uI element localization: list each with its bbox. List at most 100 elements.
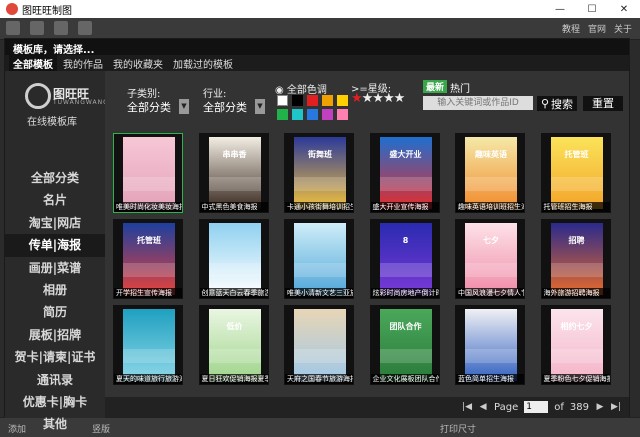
link-about[interactable]: 关于 (614, 22, 632, 35)
template-caption: 企业文化展板团队合作海报 (370, 374, 439, 384)
sidebar-category-item[interactable]: 相册 (5, 279, 105, 301)
sidebar-category-item[interactable]: 其他 (5, 413, 105, 435)
prev-page-button[interactable]: ◀ (478, 402, 488, 412)
template-thumbnail: 团队合作 (379, 309, 432, 381)
sidebar-category-item[interactable]: 传单|海报 (5, 234, 105, 257)
template-thumbnail: 串串香 (208, 137, 261, 209)
template-card[interactable]: 低价夏日狂欢促销海报夏季购 (198, 305, 269, 385)
template-caption: 托管班招生海报 (541, 202, 610, 212)
template-thumbnail: 街舞班 (294, 137, 346, 209)
template-caption: 天府之国春节旅游海报 (285, 374, 354, 384)
template-card[interactable]: 8 炫彩时尚房地产倒计时海报 (369, 219, 440, 299)
color-swatch[interactable] (277, 95, 288, 106)
template-card[interactable]: 七夕中国风浪漫七夕情人节海报 (455, 219, 525, 299)
color-swatch[interactable] (307, 95, 318, 106)
tool-icon[interactable] (6, 21, 20, 35)
brand-logo: 图旺旺 TUWANGWANG 在线模板库 (25, 83, 108, 128)
template-card[interactable]: 趣味英语趣味英语培训班招生海报 (455, 133, 525, 213)
tool-icon[interactable] (78, 21, 92, 35)
thumbnail-headline: 七夕 (483, 236, 499, 245)
reset-button[interactable]: 重置 (583, 96, 623, 111)
last-page-button[interactable]: ▶| (611, 402, 621, 412)
thumbnail-band (465, 177, 517, 191)
chevron-down-icon: ▼ (179, 99, 189, 114)
industry-select[interactable]: 全部分类 ▼ (203, 99, 265, 114)
sidebar-category-item[interactable]: 通讯录 (5, 369, 105, 391)
thumbnail-headline: 招聘 (568, 236, 585, 245)
page-number-input[interactable] (524, 401, 549, 413)
template-thumbnail (208, 223, 261, 295)
search-button-label: 搜索 (551, 97, 574, 111)
sidebar-category-item[interactable]: 优惠卡|胸卡 (5, 391, 105, 413)
tool-icon[interactable] (30, 21, 44, 35)
print-size-label[interactable]: 打印尺寸 (440, 422, 476, 435)
thumbnail-band (550, 263, 603, 277)
color-swatch[interactable] (322, 95, 333, 106)
search-button[interactable]: ⚲ 搜索 (537, 96, 577, 111)
template-card[interactable]: 串串香 中式黑色美食海报 (198, 133, 269, 213)
tab-my-favorites[interactable]: 我的收藏夹 (109, 55, 167, 72)
template-card[interactable]: 夏天的味道旅行旅游海报 (113, 305, 183, 385)
first-page-button[interactable]: |◀ (462, 402, 472, 412)
next-page-button[interactable]: ▶ (595, 402, 605, 412)
chevron-down-icon: ▼ (255, 99, 265, 114)
template-card[interactable]: 创意蓝天白云春季旅游海报 (198, 219, 269, 299)
template-card[interactable]: 托管班 开学招生宣传海报 (113, 219, 183, 299)
template-library-dialog: 模板库，请选择... 全部模板 我的作品 我的收藏夹 加载过的模板 图旺旺 TU… (4, 38, 630, 431)
color-filter-option[interactable]: ◉ 全部色调 (275, 81, 327, 96)
sidebar-category-item[interactable]: 名片 (5, 189, 105, 211)
color-swatch[interactable] (292, 109, 303, 120)
template-card[interactable]: 街舞班卡通小孩街舞培训招生海报 (284, 133, 354, 213)
search-input[interactable] (423, 96, 533, 110)
sidebar-category-item[interactable]: 画册|菜谱 (5, 257, 105, 279)
star-icons: ★★★★ (361, 91, 406, 106)
template-card[interactable]: 招聘 海外旅游招聘海报 (540, 219, 611, 299)
sidebar-category-item[interactable]: 淘宝|网店 (5, 212, 105, 234)
link-tutorial[interactable]: 教程 (562, 22, 580, 35)
template-caption: 夏季粉色七夕促销海报 (541, 374, 611, 384)
template-card[interactable]: 盛大开业 盛大开业宣传海报 (369, 133, 440, 213)
sidebar-category-item[interactable]: 展板|招牌 (5, 324, 105, 346)
color-swatch[interactable] (337, 109, 348, 120)
sidebar-category-item[interactable]: 贺卡|请柬|证书 (5, 346, 105, 368)
subcategory-select[interactable]: 全部分类 ▼ (127, 99, 189, 114)
color-swatch[interactable] (292, 95, 303, 106)
thumbnail-band (465, 263, 517, 277)
color-swatch[interactable] (277, 109, 288, 120)
template-card[interactable]: 相约七夕 夏季粉色七夕促销海报 (540, 305, 611, 385)
template-card[interactable]: 唯美小清新文艺三亚旅游海报 (284, 219, 354, 299)
template-card[interactable]: 蓝色简单招生海报 (455, 305, 525, 385)
category-list: 全部分类 名片 淘宝|网店 传单|海报 画册|菜谱 相册 简历 展板|招牌 贺卡|请柬|证书 通讯… (5, 167, 105, 436)
color-swatch[interactable] (307, 109, 318, 120)
template-caption: 中式黑色美食海报 (199, 202, 268, 212)
dialog-tabs: 全部模板 我的作品 我的收藏夹 加载过的模板 (5, 54, 629, 72)
thumbnail-headline: 托管班 (564, 150, 589, 159)
color-swatch[interactable] (337, 95, 348, 106)
sidebar-category-item[interactable]: 简历 (5, 301, 105, 323)
brand-tagline: 在线模板库 (27, 117, 77, 128)
sidebar-category-item[interactable]: 全部分类 (5, 167, 105, 189)
tab-loaded-templates[interactable]: 加载过的模板 (169, 55, 237, 72)
sort-latest-tab[interactable]: 最新 (423, 80, 448, 93)
thumbnail-headline: 团队合作 (389, 322, 422, 331)
link-website[interactable]: 官网 (588, 22, 606, 35)
template-card[interactable]: 唯美时尚化妆美妆海报 (113, 133, 183, 213)
tool-icon[interactable] (54, 21, 68, 35)
tab-my-works[interactable]: 我的作品 (59, 55, 107, 72)
tab-all-templates[interactable]: 全部模板 (9, 54, 57, 72)
template-thumbnail: 托管班 (550, 137, 603, 209)
template-card[interactable]: 团队合作企业文化展板团队合作海报 (369, 305, 440, 385)
total-pages: 389 (569, 401, 589, 413)
template-thumbnail: 托管班 (123, 223, 175, 295)
star-rating-filter[interactable]: ★★★★★ (351, 91, 406, 106)
template-card[interactable]: 托管班托管班招生海报 (540, 133, 611, 213)
close-button[interactable]: ✕ (608, 0, 640, 18)
template-thumbnail: 8 (379, 223, 432, 295)
color-swatch[interactable] (322, 109, 333, 120)
page-label: Page (494, 401, 519, 413)
template-card[interactable]: 天府之国春节旅游海报 (284, 305, 354, 385)
maximize-button[interactable]: ☐ (576, 0, 608, 18)
sort-hot-tab[interactable]: 热门 (450, 80, 470, 95)
category-sidebar: 图旺旺 TUWANGWANG 在线模板库 全部分类 名片 淘宝|网店 传单|海报 画册|… (5, 71, 108, 431)
minimize-button[interactable]: — (544, 0, 576, 18)
